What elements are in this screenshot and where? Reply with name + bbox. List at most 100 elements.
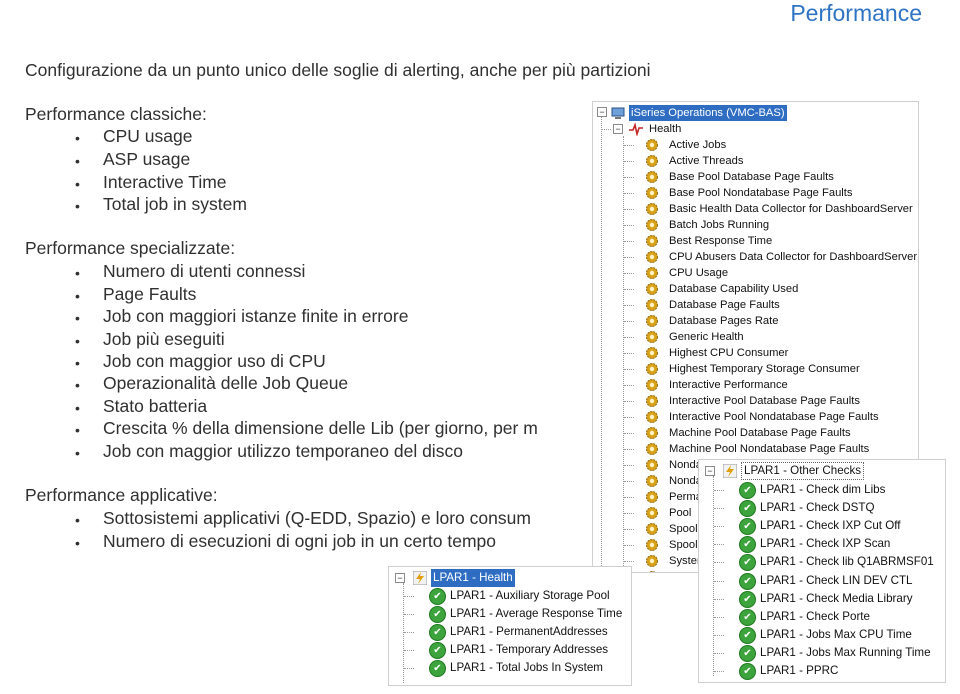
tree-item-label: Batch Jobs Running [669, 219, 770, 231]
gear-icon [646, 555, 658, 567]
collapse-toggle[interactable]: − [705, 466, 715, 476]
gear-icon [646, 363, 658, 375]
special-item: Job più eseguiti [75, 329, 225, 353]
tree-item-label: Database Pages Rate [669, 315, 779, 327]
tree-item-label: LPAR1 - Temporary Addresses [450, 643, 609, 656]
tree-item-label: Interactive Performance [669, 379, 788, 391]
gear-icon [646, 219, 658, 231]
check-icon: ✔ [739, 518, 756, 536]
special-item: Job con maggior utilizzo temporaneo del … [75, 441, 463, 465]
tree-item-label: Perma [669, 491, 702, 503]
check-icon: ✔ [739, 500, 756, 518]
tree-item-label: Spool [669, 523, 698, 535]
gear-icon [646, 267, 658, 279]
collapse-toggle[interactable]: − [613, 124, 623, 134]
gear-icon [646, 443, 658, 455]
tree-item-label: Active Threads [669, 155, 744, 167]
tree-item-label: Best Response Time [669, 235, 773, 247]
tree-item-label: LPAR1 - Check dim Libs [760, 483, 886, 496]
classic-item: Interactive Time [75, 172, 226, 196]
collapse-toggle[interactable]: − [395, 573, 405, 583]
applicative-item: Sottosistemi applicativi (Q-EDD, Spazio)… [75, 508, 531, 532]
gear-icon [646, 395, 658, 407]
classic-item: Total job in system [75, 194, 247, 218]
bolt-icon [723, 464, 737, 478]
check-icon: ✔ [739, 554, 756, 572]
tree-item-label: Interactive Pool Database Page Faults [669, 395, 860, 407]
special-item: Numero di utenti connessi [75, 261, 305, 285]
gear-icon [646, 235, 658, 247]
check-icon: ✔ [429, 642, 446, 659]
tree-item-label: Syster [669, 555, 701, 567]
gear-icon [646, 283, 658, 295]
tree-item-label: Database Capability Used [669, 283, 799, 295]
slide-title: Performance [790, 0, 922, 26]
gear-icon [646, 203, 658, 215]
bolt-icon [413, 571, 427, 585]
computer-icon [611, 107, 625, 119]
tree-item-label: Database Page Faults [669, 299, 780, 311]
tree-item-label: Spool [669, 539, 698, 551]
tree-item-label: Basic Health Data Collector for Dashboar… [669, 203, 913, 215]
gear-icon [646, 411, 658, 423]
check-icon: ✔ [739, 590, 756, 608]
gear-icon [646, 507, 658, 519]
special-item: Stato batteria [75, 396, 207, 420]
check-icon: ✔ [429, 624, 446, 641]
check-icon: ✔ [739, 572, 756, 590]
gear-icon [646, 139, 658, 151]
special-item: Job con maggiori istanze finite in error… [75, 306, 408, 330]
tree-item-label: LPAR1 - PPRC [760, 664, 839, 677]
tree-item-label: LPAR1 - Check DSTQ [760, 501, 875, 515]
intro-text: Configurazione da un punto unico delle s… [25, 60, 651, 80]
check-icon: ✔ [429, 588, 446, 605]
gear-icon [646, 331, 658, 343]
tree-item-label: LPAR1 - PermanentAddresses [450, 625, 608, 638]
check-icon: ✔ [739, 536, 756, 554]
gear-icon [646, 427, 658, 439]
tree-item-label: LPAR1 - Jobs Max Running Time [760, 645, 931, 659]
tree-item-label: Active Jobs [669, 139, 727, 151]
special-item: Job con maggior uso di CPU [75, 351, 326, 375]
tree-item-label: LPAR1 - Check IXP Scan [760, 537, 891, 551]
health-icon [629, 122, 643, 136]
tree-item-label: Interactive Pool Nondatabase Page Faults [669, 411, 879, 423]
collapse-toggle[interactable]: − [597, 107, 607, 117]
check-icon: ✔ [739, 644, 756, 662]
classic-item: CPU usage [75, 126, 192, 150]
tree-item-label: Base Pool Nondatabase Page Faults [669, 187, 853, 199]
gear-icon [646, 379, 658, 391]
tree-item-label: LPAR1 - Check IXP Cut Off [760, 519, 901, 533]
gear-icon [646, 315, 658, 327]
check-icon: ✔ [429, 606, 446, 623]
classic-heading: Performance classiche: [25, 104, 207, 124]
tree-item-label: LPAR1 - Check Media Library [760, 591, 913, 605]
gear-icon [646, 539, 658, 551]
gear-icon [646, 171, 658, 183]
gear-icon [646, 475, 658, 487]
tree-item-label: Base Pool Database Page Faults [669, 171, 834, 183]
check-icon: ✔ [739, 608, 756, 626]
tree-item-label: LPAR1 - Check Porte [760, 609, 870, 623]
tree-item-label: Machine Pool Database Page Faults [669, 427, 851, 439]
tree-item-label: Machine Pool Nondatabase Page Faults [669, 443, 870, 455]
applicative-item: Numero di esecuzioni di ogni job in un c… [75, 531, 496, 555]
check-icon: ✔ [739, 482, 756, 499]
tree-item-label: LPAR1 - Total Jobs In System [450, 661, 603, 674]
tree-item-label: CPU Abusers Data Collector for Dashboard… [669, 251, 918, 263]
classic-item: ASP usage [75, 149, 190, 173]
tree-item-label: LPAR1 - Check lib Q1ABRMSF01 [760, 555, 934, 569]
special-item: Operazionalità delle Job Queue [75, 373, 348, 397]
special-item: Crescita % della dimensione delle Lib (p… [75, 418, 538, 442]
special-item: Page Faults [75, 284, 197, 308]
gear-icon [646, 155, 658, 167]
tree-item-label: Generic Health [669, 331, 744, 343]
gear-icon [646, 459, 658, 471]
gear-icon [646, 299, 658, 311]
tree-item-label: LPAR1 - Average Response Time [450, 607, 623, 620]
tree-item-label: Highest CPU Consumer [669, 347, 789, 359]
other-checks-panel: − LPAR1 - Other Checks ✔ LPAR1 - Check di… [698, 459, 946, 683]
lpar-health-panel: − LPAR1 - Health ✔ LPAR1 - Auxiliary Stor… [388, 566, 632, 686]
tree-item-label: CPU Usage [669, 267, 729, 279]
gear-icon [646, 187, 658, 199]
